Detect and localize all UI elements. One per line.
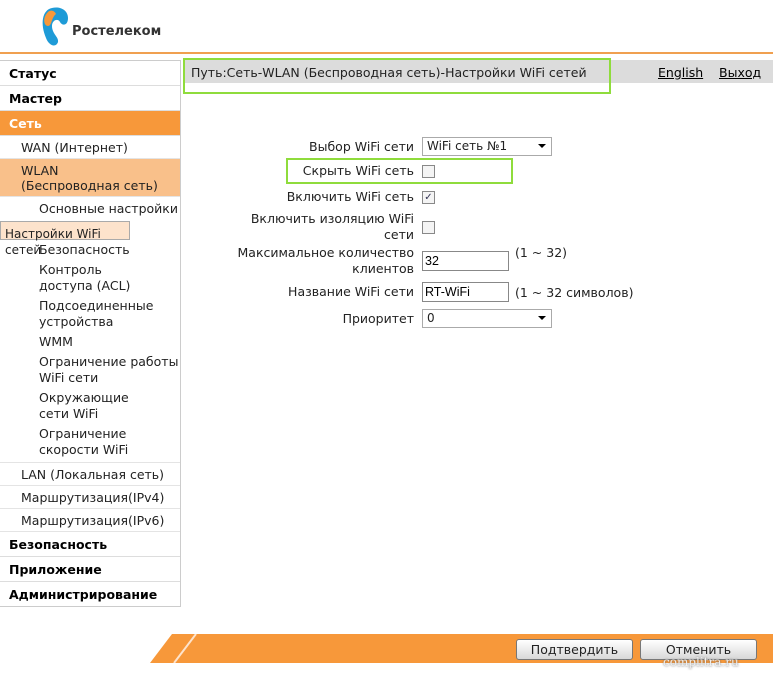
sidebar-item-basic[interactable]: Основные настройки	[0, 197, 180, 221]
sidebar: Статус Мастер Сеть WAN (Интернет) WLAN (…	[0, 60, 181, 607]
isolation-label: Включить изоляцию WiFi сети	[250, 211, 414, 242]
watermark: complitra.ru	[663, 655, 739, 669]
priority-value: 0	[427, 311, 435, 325]
max-clients-label: Максимальное количество клиентов	[237, 245, 414, 276]
hide-label: Скрыть WiFi сеть	[302, 163, 414, 178]
priority-label: Приоритет	[342, 310, 414, 326]
breadcrumb: Путь:Сеть-WLAN (Беспроводная сеть)-Настр…	[191, 65, 587, 80]
sidebar-item-security[interactable]: Безопасность	[0, 532, 180, 557]
sidebar-item-routing-ipv6[interactable]: Маршрутизация(IPv6)	[0, 509, 180, 532]
sidebar-item-routing-ipv4[interactable]: Маршрутизация(IPv4)	[0, 486, 180, 509]
hide-checkbox[interactable]	[422, 164, 435, 178]
english-link[interactable]: English	[658, 65, 703, 80]
chevron-down-icon	[538, 316, 546, 320]
chevron-down-icon	[538, 144, 546, 148]
sidebar-item-wifi-networks[interactable]: Настройки WiFi сетей	[0, 221, 130, 257]
sidebar-item-wizard[interactable]: Мастер	[0, 86, 180, 111]
wifi-select-dropdown[interactable]: WiFi сеть №1	[422, 137, 552, 156]
max-clients-hint: (1 ~ 32)	[515, 245, 568, 260]
sidebar-item-acl[interactable]: Контроль доступа (ACL)	[0, 260, 180, 296]
sidebar-item-devices[interactable]: Подсоединенные устройства	[0, 296, 180, 332]
enable-label: Включить WiFi сеть	[286, 189, 414, 204]
ssid-input[interactable]	[422, 282, 509, 302]
sidebar-item-site-survey[interactable]: Окружающие сети WiFi	[0, 388, 180, 424]
sidebar-item-wmm[interactable]: WMM	[0, 332, 180, 352]
ssid-label: Название WiFi сети	[288, 284, 414, 299]
top-divider	[0, 52, 773, 54]
sidebar-item-rate-limit[interactable]: Ограничение скорости WiFi	[0, 424, 180, 463]
priority-dropdown[interactable]: 0	[422, 309, 552, 328]
enable-checkbox[interactable]: ✓	[422, 190, 435, 204]
sidebar-item-lan[interactable]: LAN (Локальная сеть)	[0, 463, 180, 486]
sidebar-item-network[interactable]: Сеть	[0, 111, 180, 136]
confirm-button[interactable]: Подтвердить	[516, 639, 633, 660]
logout-link[interactable]: Выход	[719, 65, 761, 80]
sidebar-item-application[interactable]: Приложение	[0, 557, 180, 582]
sidebar-item-status[interactable]: Статус	[0, 61, 180, 86]
ssid-hint: (1 ~ 32 символов)	[515, 284, 634, 300]
sidebar-item-administration[interactable]: Администрирование	[0, 582, 180, 606]
sidebar-item-wan[interactable]: WAN (Интернет)	[0, 136, 180, 159]
max-clients-input[interactable]	[422, 251, 509, 271]
wifi-select-value: WiFi сеть №1	[427, 139, 508, 153]
isolation-checkbox[interactable]	[422, 220, 435, 234]
sidebar-item-wlan[interactable]: WLAN (Беспроводная сеть)	[0, 159, 180, 197]
brand-name: Ростелеком	[72, 24, 162, 39]
wifi-select-label: Выбор WiFi сети	[309, 138, 414, 154]
sidebar-item-schedule[interactable]: Ограничение работы WiFi сети	[0, 352, 180, 388]
